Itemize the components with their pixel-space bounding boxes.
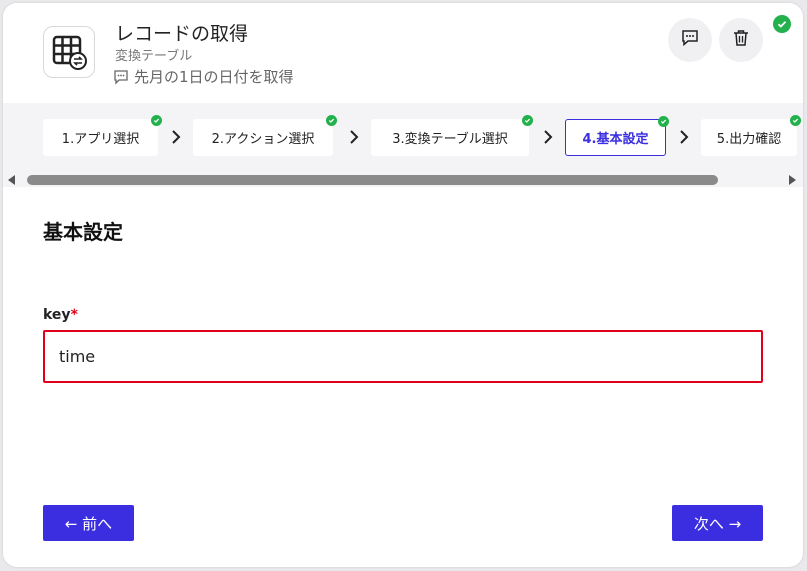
step-label: 4.基本設定 (582, 132, 649, 147)
key-input[interactable] (43, 330, 763, 383)
next-button[interactable]: 次へ → (672, 505, 763, 541)
required-mark: * (70, 307, 78, 323)
check-circle-icon (151, 115, 162, 126)
check-circle-icon (773, 15, 791, 33)
step-label: 2.アクション選択 (211, 132, 315, 147)
field-label-text: key (43, 307, 71, 323)
section-title: 基本設定 (43, 220, 123, 244)
memo-row[interactable]: 先月の1日の日付を取得 (113, 66, 294, 87)
delete-button[interactable] (719, 18, 763, 62)
check-circle-icon (522, 115, 533, 126)
key-field-label: key* (43, 307, 78, 323)
chevron-right-icon (350, 130, 359, 144)
step-label: 5.出力確認 (716, 132, 782, 147)
scroll-right-arrow-icon[interactable] (789, 175, 796, 185)
comment-icon (113, 69, 129, 85)
step-label: 1.アプリ選択 (61, 132, 140, 147)
prev-button[interactable]: ← 前へ (43, 505, 134, 541)
step-tab-5[interactable]: 5.出力確認 (701, 115, 801, 156)
step-tab-2[interactable]: 2.アクション選択 (193, 115, 337, 156)
chevron-right-icon (172, 130, 181, 144)
step-editor-card: レコードの取得 変換テーブル 先月の1日の日付を取得 1.アプリ選択 2.アクシ… (3, 3, 803, 567)
memo-text: 先月の1日の日付を取得 (134, 68, 294, 86)
page-subtitle: 変換テーブル (115, 49, 193, 64)
scrollbar-thumb[interactable] (27, 175, 718, 185)
step-navigation: 1.アプリ選択 2.アクション選択 3.変換テーブル選択 4.基本設定 5.出力… (3, 103, 803, 173)
comment-button[interactable] (668, 18, 712, 62)
step-tab-1[interactable]: 1.アプリ選択 (43, 115, 162, 156)
chevron-right-icon (544, 130, 553, 144)
table-convert-icon (43, 26, 95, 78)
step-tab-4[interactable]: 4.基本設定 (565, 116, 669, 156)
step-label: 3.変換テーブル選択 (392, 132, 508, 147)
header: レコードの取得 変換テーブル 先月の1日の日付を取得 (3, 3, 803, 103)
trash-icon (733, 29, 749, 51)
page-title: レコードの取得 (115, 23, 249, 45)
comment-dots-icon (681, 29, 699, 51)
chevron-right-icon (680, 130, 689, 144)
scroll-left-arrow-icon[interactable] (8, 175, 15, 185)
check-circle-icon (658, 116, 669, 127)
horizontal-scrollbar[interactable] (3, 173, 803, 187)
check-circle-icon (790, 115, 801, 126)
step-tab-3[interactable]: 3.変換テーブル選択 (371, 115, 533, 156)
check-circle-icon (326, 115, 337, 126)
